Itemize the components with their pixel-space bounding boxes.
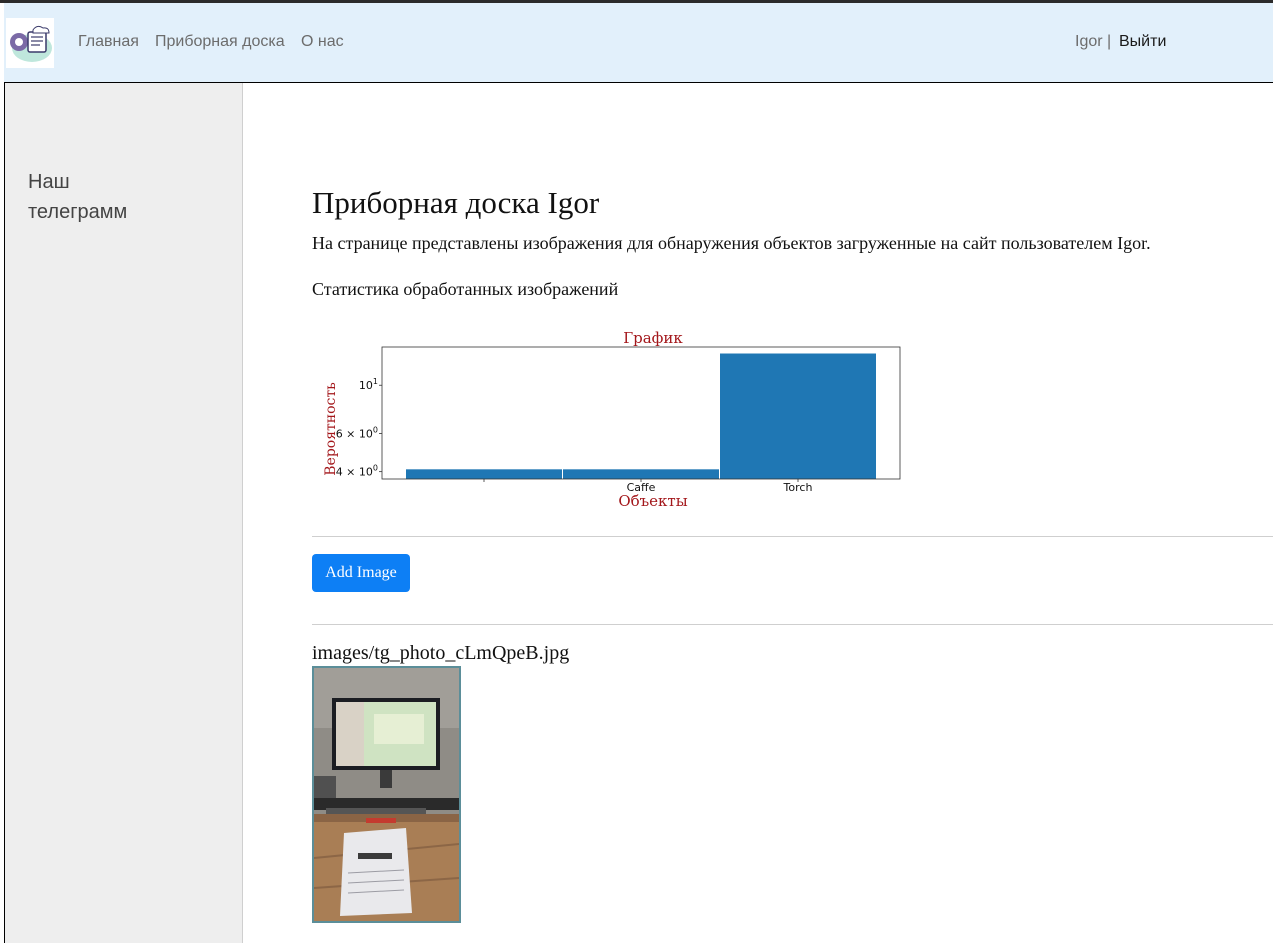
chart-title: График [623,329,683,347]
nav-logout-link[interactable]: Выйти [1119,33,1166,51]
uploaded-image-thumbnail[interactable] [312,666,461,923]
page-title: Приборная доска Igor [312,185,600,220]
divider [312,536,1273,537]
page-description: На странице представлены изображения для… [312,233,1151,253]
chart-bar [563,469,719,479]
nav-link-dashboard[interactable]: Приборная доска [155,33,285,51]
stats-heading: Статистика обработанных изображений [312,279,619,299]
site-logo[interactable] [6,18,54,68]
image-caption: images/tg_photo_cLmQpeB.jpg [312,642,570,664]
chart-bar [406,469,562,479]
chart-y-axis-label: Вероятность [323,382,339,476]
photo-image [314,668,459,921]
logo-icon [10,25,52,62]
stats-chart-svg: Caffe Torch1016 × 1004 × 100ГрафикОбъекты… [323,329,901,510]
sidebar: Наш телеграмм [4,83,243,943]
add-image-button[interactable]: Add Image [312,554,410,592]
nav-link-home[interactable]: Главная [78,33,139,51]
chart-x-tick-label: Torch [783,481,813,494]
stats-chart: Caffe Torch 101 6 × 100 4 × 100 График Объекты… [312,328,912,518]
nav-link-about[interactable]: О нас [301,33,344,51]
chart-y-tick-label: 4 × 100 [336,464,378,479]
nav-username: Igor | [1075,33,1112,50]
sidebar-telegram-link[interactable]: Наш телеграмм [28,167,168,227]
chart-bar [720,353,876,479]
navbar: Главная Приборная доска О нас Igor | Вый… [4,3,1273,83]
chart-y-tick-label: 101 [359,377,378,392]
chart-y-tick-label: 6 × 100 [336,425,378,440]
divider [312,624,1273,625]
chart-x-axis-label: Объекты [618,492,687,510]
